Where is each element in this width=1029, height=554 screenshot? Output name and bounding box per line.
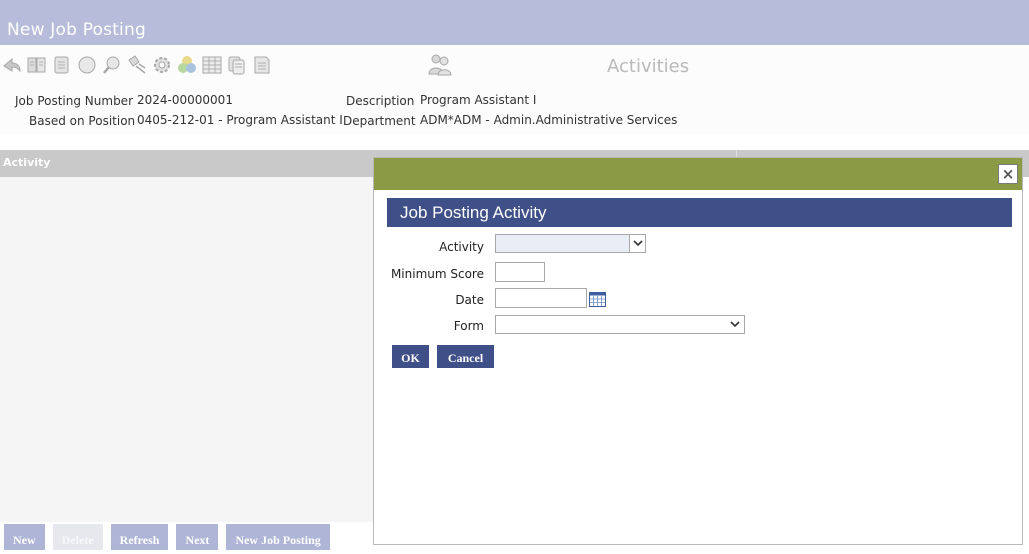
description-label: Description	[346, 94, 415, 108]
based-on-position-value: 0405-212-01 - Program Assistant I	[137, 113, 343, 127]
cancel-button[interactable]: Cancel	[437, 345, 494, 368]
documents-icon[interactable]	[225, 53, 249, 77]
bottom-button-bar: New Delete Refresh Next New Job Posting	[4, 524, 330, 550]
circle-icon[interactable]	[75, 53, 99, 77]
page-icon[interactable]	[250, 53, 274, 77]
description-value: Program Assistant I	[420, 93, 537, 107]
chevron-down-icon[interactable]	[629, 235, 645, 252]
job-posting-number-value: 2024-00000001	[137, 93, 233, 107]
next-button[interactable]: Next	[176, 524, 219, 550]
activity-label: Activity	[439, 240, 484, 254]
chevron-down-icon[interactable]	[728, 316, 742, 333]
back-icon[interactable]	[0, 53, 24, 77]
date-label: Date	[455, 293, 484, 307]
document-icon[interactable]	[50, 53, 74, 77]
form-select[interactable]	[495, 315, 745, 334]
book-icon[interactable]	[25, 53, 49, 77]
department-value: ADM*ADM - Admin.Administrative Services	[420, 113, 678, 127]
form-label: Form	[453, 319, 484, 333]
job-posting-number-label: Job Posting Number	[15, 94, 133, 108]
search-icon[interactable]	[100, 53, 124, 77]
dialog-header: Job Posting Activity	[387, 198, 1012, 227]
job-posting-activity-dialog: × Job Posting Activity Activity Minimum …	[373, 157, 1023, 545]
refresh-button[interactable]: Refresh	[110, 524, 169, 550]
gear-icon[interactable]	[150, 53, 174, 77]
group-icon	[427, 53, 453, 77]
toolbar-icons	[0, 53, 274, 77]
satellite-icon[interactable]	[125, 53, 149, 77]
close-button[interactable]: ×	[998, 164, 1018, 184]
ok-button[interactable]: OK	[392, 345, 429, 368]
table-icon[interactable]	[200, 53, 224, 77]
color-wheel-icon[interactable]	[175, 53, 199, 77]
section-title: Activities	[607, 56, 690, 77]
dialog-title: Job Posting Activity	[400, 203, 547, 222]
title-bar: New Job Posting	[0, 0, 1029, 45]
new-button[interactable]: New	[4, 524, 45, 550]
window-title: New Job Posting	[7, 20, 146, 40]
activity-grid-body	[0, 177, 373, 522]
department-label: Department	[343, 114, 416, 128]
dialog-titlebar: ×	[374, 158, 1022, 190]
minimum-score-input[interactable]	[495, 262, 545, 282]
minimum-score-label: Minimum Score	[390, 267, 484, 281]
based-on-position-label: Based on Position	[29, 114, 136, 128]
activity-select[interactable]	[495, 234, 646, 253]
delete-button[interactable]: Delete	[52, 524, 103, 550]
date-input[interactable]	[495, 288, 587, 308]
column-header-activity[interactable]: Activity	[3, 156, 50, 169]
new-job-posting-button[interactable]: New Job Posting	[226, 524, 330, 550]
calendar-icon[interactable]	[589, 292, 606, 307]
